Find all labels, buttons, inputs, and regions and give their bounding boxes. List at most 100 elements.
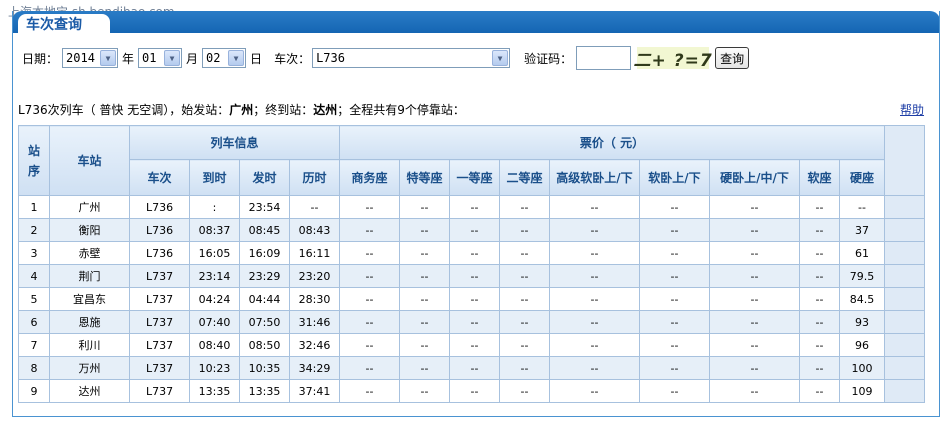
table-cell: -- bbox=[499, 241, 550, 265]
help-link[interactable]: 帮助 bbox=[900, 101, 924, 118]
month-suffix: 月 bbox=[186, 51, 199, 66]
table-cell: 10:35 bbox=[239, 356, 290, 380]
year-value: 2014 bbox=[66, 51, 95, 65]
table-cell: -- bbox=[499, 264, 550, 288]
captcha-image[interactable]: 二+ ?=7 bbox=[634, 47, 712, 71]
year-suffix: 年 bbox=[122, 51, 135, 66]
table-cell: 荆门 bbox=[49, 264, 130, 288]
table-cell: 37:41 bbox=[289, 379, 340, 403]
header-spacer bbox=[884, 125, 925, 196]
table-cell: 8 bbox=[18, 356, 50, 380]
table-cell: -- bbox=[449, 379, 500, 403]
table-cell: -- bbox=[639, 379, 710, 403]
table-cell: 13:35 bbox=[239, 379, 290, 403]
table-cell: 16:11 bbox=[289, 241, 340, 265]
table-row: 5 宜昌东 L737 04:24 04:44 28:30 -- -- -- -- -- -- -- -- 8… bbox=[18, 287, 925, 311]
table-row: 7 利川 L737 08:40 08:50 32:46 -- -- -- -- -- -- -- -- 96 bbox=[18, 333, 925, 357]
query-form: 日期： 2014 ▼ 年 01 ▼ 月 02 ▼ 日 车次： L736 ▼ 验证… bbox=[22, 46, 750, 71]
day-select[interactable]: 02 ▼ bbox=[202, 48, 247, 68]
day-value: 02 bbox=[206, 51, 221, 65]
table-cell: -- bbox=[799, 218, 840, 242]
row-spacer bbox=[884, 356, 925, 380]
table-cell: -- bbox=[799, 241, 840, 265]
chevron-down-icon[interactable]: ▼ bbox=[100, 50, 117, 66]
table-cell: L736 bbox=[129, 241, 190, 265]
table-cell: -- bbox=[449, 264, 500, 288]
row-spacer bbox=[884, 333, 925, 357]
table-cell: 23:29 bbox=[239, 264, 290, 288]
table-cell: 1 bbox=[18, 195, 50, 219]
table-cell: 04:24 bbox=[189, 287, 240, 311]
table-cell: -- bbox=[549, 241, 640, 265]
header-fare-col: 特等座 bbox=[399, 159, 450, 196]
table-cell: 84.5 bbox=[839, 287, 885, 311]
table-cell: -- bbox=[639, 241, 710, 265]
summary-suffix: ；全程共有9个停靠站： bbox=[337, 103, 465, 117]
table-cell: -- bbox=[799, 356, 840, 380]
header-fare-col: 高级软卧上/下 bbox=[549, 159, 640, 196]
table-row: 4 荆门 L737 23:14 23:29 23:20 -- -- -- -- -- -- -- -- 79… bbox=[18, 264, 925, 288]
table-cell: L736 bbox=[129, 218, 190, 242]
table-cell: -- bbox=[799, 310, 840, 334]
table-cell: 28:30 bbox=[289, 287, 340, 311]
table-cell: -- bbox=[639, 218, 710, 242]
table-cell: 16:05 bbox=[189, 241, 240, 265]
table-cell: 23:54 bbox=[239, 195, 290, 219]
table-cell: -- bbox=[399, 356, 450, 380]
table-cell: -- bbox=[449, 241, 500, 265]
table-cell: -- bbox=[339, 218, 400, 242]
train-label: 车次： bbox=[274, 51, 311, 66]
header-info-col: 发时 bbox=[239, 159, 290, 196]
chevron-down-icon[interactable]: ▼ bbox=[492, 50, 509, 66]
summary-prefix: L736次列车（ 普快 无空调），始发站： bbox=[18, 103, 230, 117]
table-cell: -- bbox=[549, 379, 640, 403]
table-cell: -- bbox=[399, 379, 450, 403]
summary-destination: 达州 bbox=[313, 103, 338, 117]
table-cell: -- bbox=[399, 333, 450, 357]
table-cell: 100 bbox=[839, 356, 885, 380]
table-cell: -- bbox=[709, 241, 800, 265]
chevron-down-icon[interactable]: ▼ bbox=[164, 50, 181, 66]
table-cell: -- bbox=[499, 195, 550, 219]
table-cell: 08:40 bbox=[189, 333, 240, 357]
table-cell: 23:20 bbox=[289, 264, 340, 288]
table-cell: -- bbox=[709, 195, 800, 219]
table-cell: -- bbox=[639, 356, 710, 380]
row-spacer bbox=[884, 379, 925, 403]
table-cell: L737 bbox=[129, 379, 190, 403]
table-cell: -- bbox=[449, 310, 500, 334]
table-cell: -- bbox=[709, 356, 800, 380]
chevron-down-icon[interactable]: ▼ bbox=[228, 50, 245, 66]
table-cell: 16:09 bbox=[239, 241, 290, 265]
table-cell: 37 bbox=[839, 218, 885, 242]
table-cell: 61 bbox=[839, 241, 885, 265]
year-select[interactable]: 2014 ▼ bbox=[62, 48, 119, 68]
panel-title: 车次查询 bbox=[26, 17, 82, 33]
table-cell: -- bbox=[399, 195, 450, 219]
table-cell: -- bbox=[709, 218, 800, 242]
table-cell: -- bbox=[549, 195, 640, 219]
row-spacer bbox=[884, 310, 925, 334]
table-cell: -- bbox=[709, 264, 800, 288]
table-cell: 利川 bbox=[49, 333, 130, 357]
table-cell: -- bbox=[449, 218, 500, 242]
table-cell: 赤壁 bbox=[49, 241, 130, 265]
header-fare: 票价（ 元） bbox=[339, 125, 885, 160]
day-suffix: 日 bbox=[250, 51, 263, 66]
table-cell: 达州 bbox=[49, 379, 130, 403]
table-cell: -- bbox=[639, 195, 710, 219]
table-cell: -- bbox=[549, 356, 640, 380]
table-cell: -- bbox=[399, 241, 450, 265]
table-cell: 08:43 bbox=[289, 218, 340, 242]
table-cell: L737 bbox=[129, 333, 190, 357]
table-cell: -- bbox=[709, 310, 800, 334]
table-cell: -- bbox=[799, 333, 840, 357]
month-select[interactable]: 01 ▼ bbox=[138, 48, 183, 68]
captcha-input[interactable] bbox=[576, 46, 632, 70]
query-button[interactable]: 查询 bbox=[715, 47, 750, 69]
table-cell: 23:14 bbox=[189, 264, 240, 288]
train-select[interactable]: L736 ▼ bbox=[312, 48, 511, 68]
table-cell: 08:37 bbox=[189, 218, 240, 242]
table-cell: : bbox=[189, 195, 240, 219]
table-cell: -- bbox=[709, 333, 800, 357]
